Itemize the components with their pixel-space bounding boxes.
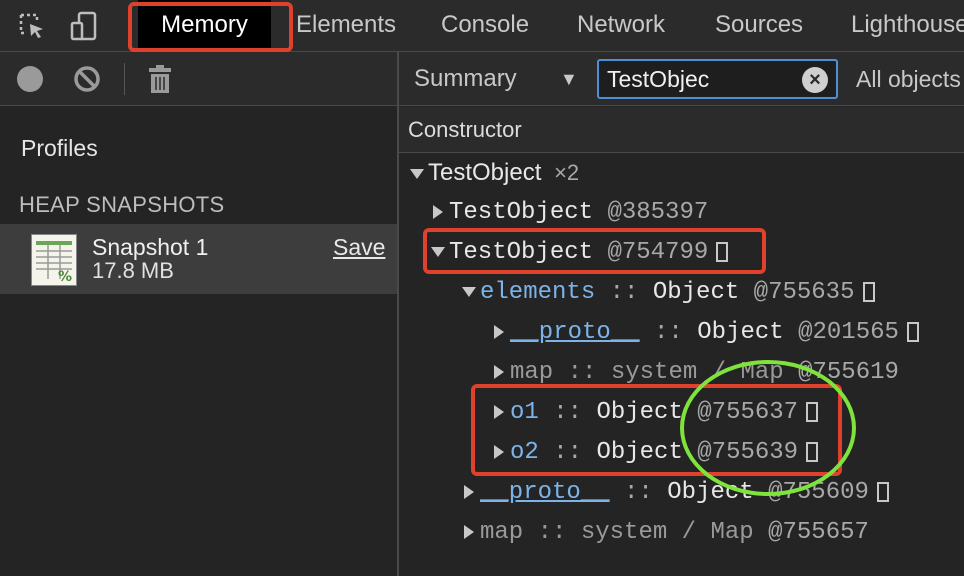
collapsed-triangle-icon[interactable] [464,484,474,499]
snapshot-size: 17.8 MB [92,258,174,283]
grid-row-property[interactable]: elements :: Object @755635 [462,273,875,313]
constructor-column-label: Constructor [408,117,522,142]
tab-lighthouse[interactable]: Lighthouse [851,0,964,52]
chevron-down-icon[interactable]: ▼ [560,62,578,96]
annotation-selected-instance [423,228,766,274]
instance-id: @385397 [607,199,709,226]
clear-icon[interactable] [72,64,102,94]
grid-row-property[interactable]: map :: system / Map @755657 [464,513,869,553]
record-icon[interactable] [17,66,43,92]
snapshot-name: Snapshot 1 [92,234,209,260]
property-separator: :: [609,279,639,306]
property-type: Object [697,319,784,346]
tab-network-label: Network [577,11,666,38]
profiles-title: Profiles [21,135,98,161]
tab-sources[interactable]: Sources [715,0,803,52]
tab-sources-label: Sources [715,11,804,38]
collapsed-triangle-icon[interactable] [494,364,504,379]
reveal-in-summary-icon[interactable] [876,481,889,502]
tab-network[interactable]: Network [577,0,665,52]
tab-console-label: Console [441,11,530,38]
collapsed-triangle-icon[interactable] [433,204,443,219]
clear-filter-icon[interactable]: × [802,67,828,93]
toolbar-divider [124,63,125,95]
inspect-element-icon[interactable] [14,8,50,44]
class-filter-input[interactable] [607,61,797,97]
property-name: map [480,519,524,546]
trash-icon[interactable] [147,63,173,95]
tab-console[interactable]: Console [441,0,529,52]
heap-view-toolbar: Summary ▼ × All objects [399,52,964,106]
collapsed-triangle-icon[interactable] [494,324,504,339]
heap-snapshots-section-title: HEAP SNAPSHOTS [19,192,225,217]
grid-row-instance[interactable]: TestObject @385397 [433,193,708,233]
objects-filter-select[interactable]: All objects [856,62,961,96]
property-name: __proto__ [480,479,610,506]
snapshot-list-item[interactable]: % Snapshot 1 17.8 MB Save [0,224,397,294]
constructor-name: TestObject [428,159,542,186]
svg-text:%: % [58,269,72,285]
grid-row-constructor[interactable]: TestObject ×2 [410,153,579,193]
collapsed-triangle-icon[interactable] [464,524,474,539]
tab-elements[interactable]: Elements [296,0,396,52]
constructor-column-header[interactable]: Constructor [399,107,964,153]
property-id: @755635 [753,279,855,306]
property-separator: :: [624,479,653,506]
property-separator: :: [654,319,683,346]
property-name: elements [480,279,596,306]
instance-name: TestObject [449,199,594,226]
tab-elements-label: Elements [296,11,397,38]
save-snapshot-link[interactable]: Save [333,234,385,261]
property-type: system / Map [580,519,754,546]
heap-snapshot-grid: Constructor TestObject ×2 TestObject @38… [399,107,964,576]
view-mode-select[interactable]: Summary [414,62,517,96]
property-name: map [510,359,554,386]
reveal-in-summary-icon[interactable] [906,321,919,342]
device-toolbar-icon[interactable] [66,8,102,44]
property-type: Object [652,279,740,306]
property-separator: :: [537,519,567,546]
annotation-object-ids [680,360,856,496]
property-id: @201565 [798,319,899,346]
reveal-in-summary-icon[interactable] [862,281,875,302]
annotation-memory-tab [128,2,293,52]
property-separator: :: [567,359,597,386]
property-name: __proto__ [510,319,640,346]
profiles-sidebar: Profiles HEAP SNAPSHOTS % Snapshot 1 17.… [0,107,397,576]
tab-lighthouse-label: Lighthouse [851,11,964,38]
profiles-toolbar [0,52,398,106]
grid-row-property[interactable]: __proto__ :: Object @201565 [494,313,919,353]
instance-count: ×2 [554,160,580,185]
heap-snapshot-icon: % [31,234,77,286]
property-id: @755657 [768,519,869,546]
class-filter-field[interactable]: × [597,59,838,99]
expanded-triangle-icon[interactable] [410,168,424,179]
expanded-triangle-icon[interactable] [462,286,476,297]
